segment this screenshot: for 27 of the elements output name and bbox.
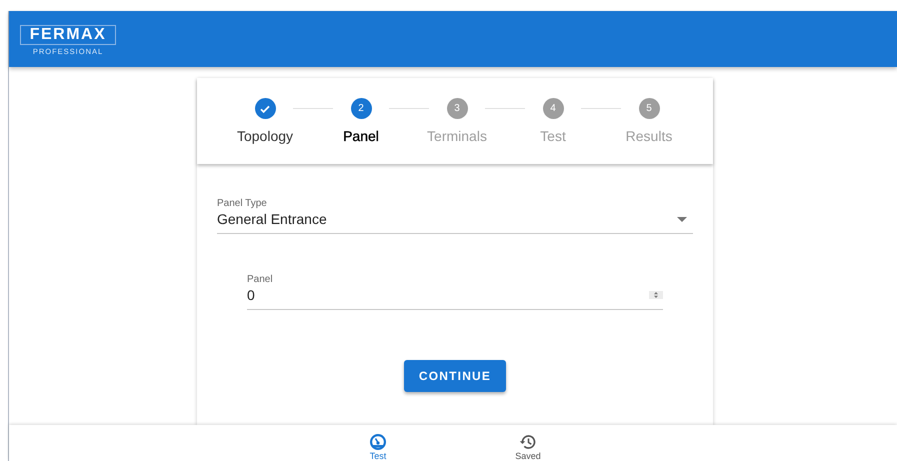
step-label: Topology xyxy=(236,128,294,144)
field-label: Panel Type xyxy=(217,198,268,209)
panel-type-select[interactable]: Panel Type General Entrance xyxy=(217,198,693,234)
step-label: Test xyxy=(540,128,566,144)
nav-label: Saved xyxy=(515,451,541,461)
step[interactable]: Topology xyxy=(229,98,301,144)
step-label: Results xyxy=(626,128,672,144)
nav-item[interactable]: Test xyxy=(348,425,408,461)
continue-button[interactable]: CONTINUE xyxy=(404,360,506,392)
step-label: Terminals xyxy=(427,128,487,144)
step-number: 4 xyxy=(550,103,556,114)
panel-input[interactable]: Panel 0 xyxy=(247,274,663,310)
step-number: 5 xyxy=(646,103,652,114)
dropdown-arrow-icon xyxy=(677,216,687,222)
step-label: Panel xyxy=(343,128,379,144)
step[interactable]: 2 Panel xyxy=(325,98,397,144)
step-number: 2 xyxy=(358,103,364,114)
gauge-icon xyxy=(369,433,387,451)
field-label: Panel xyxy=(247,274,274,285)
field-value: General Entrance xyxy=(217,211,327,227)
logo-text: FERMAX xyxy=(20,25,116,45)
nav-label: Test xyxy=(370,451,386,461)
history-icon xyxy=(519,433,537,451)
nav-item[interactable]: Saved xyxy=(498,425,558,461)
spinner-icon xyxy=(649,291,663,299)
step-number: 3 xyxy=(454,103,460,114)
field-value: 0 xyxy=(247,287,255,303)
